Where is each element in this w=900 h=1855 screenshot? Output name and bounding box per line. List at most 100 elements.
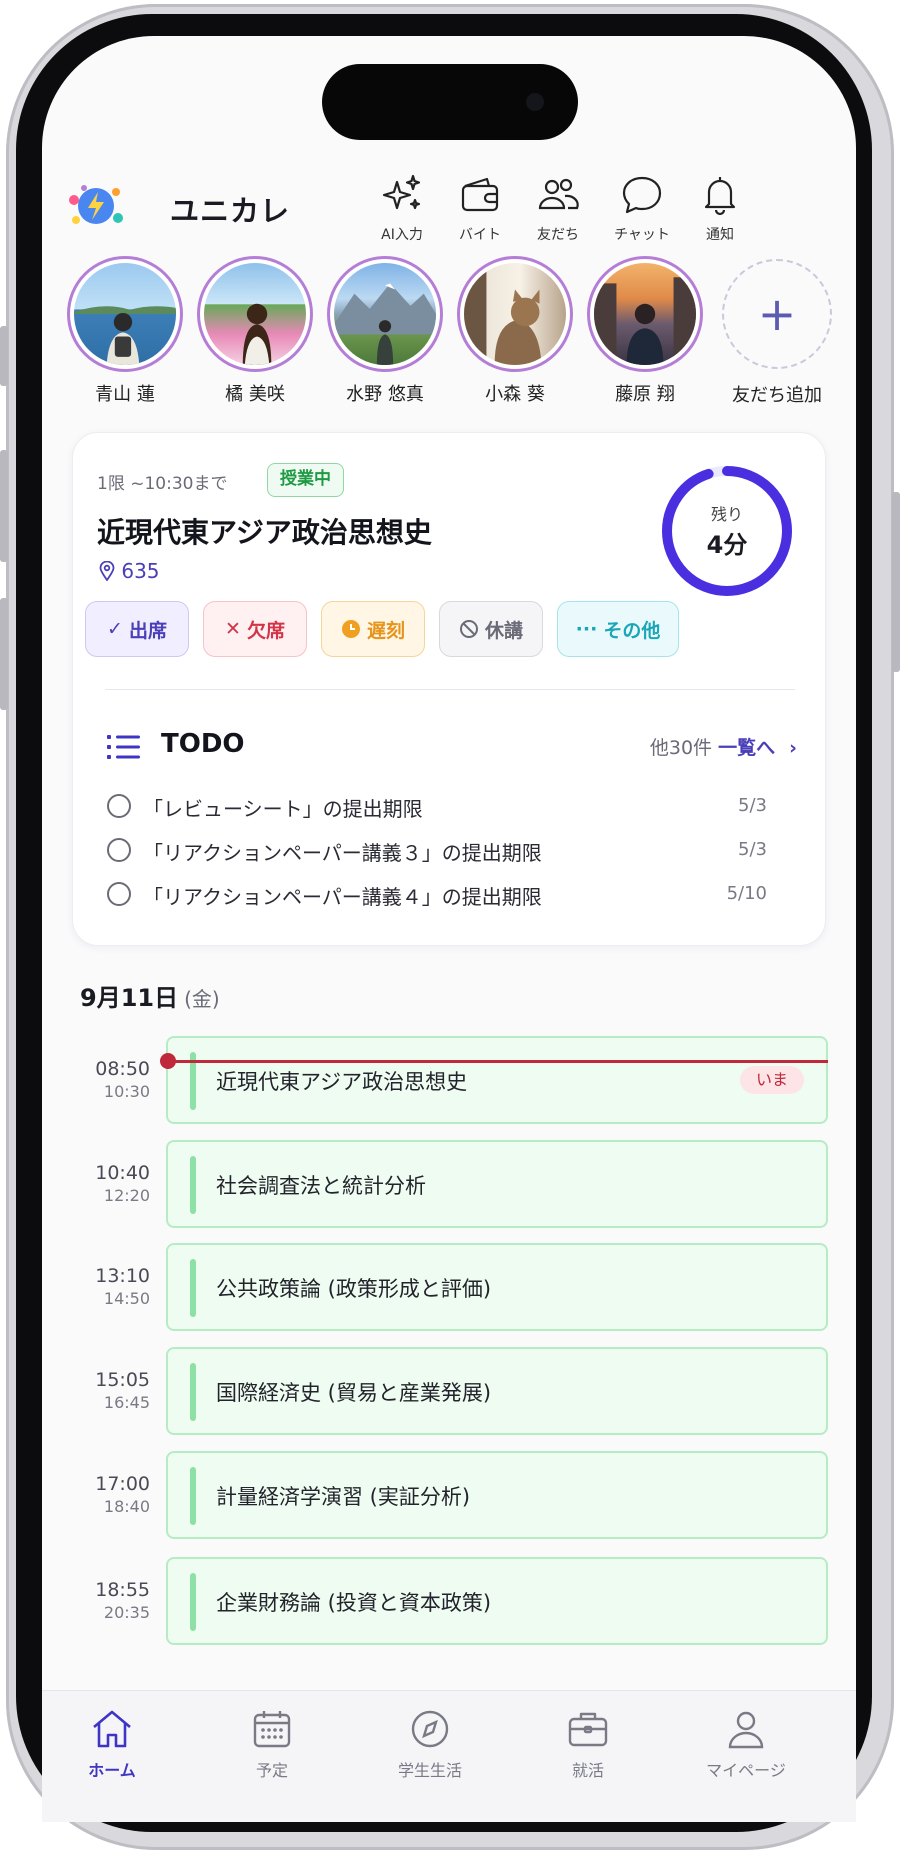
avatar (334, 263, 436, 365)
volume-up-button (0, 450, 8, 562)
class-block[interactable]: 企業財務論 (投資と資本政策) (166, 1557, 828, 1645)
class-block[interactable]: 社会調査法と統計分析 (166, 1140, 828, 1228)
tab-home[interactable]: ホーム (52, 1705, 172, 1781)
todo-text: 「レビューシート」の提出期限 (143, 797, 423, 821)
todo-list-link[interactable]: 一覧へ (718, 737, 775, 759)
class-color-bar (190, 1573, 196, 1631)
end-time: 20:35 (103, 1603, 150, 1622)
class-block[interactable]: 公共政策論 (政策形成と評価) (166, 1243, 828, 1331)
story-name: 小森 葵 (485, 384, 545, 405)
friends-button[interactable]: 友だち (518, 164, 598, 256)
schedule-slot[interactable]: 10:40 12:20 社会調査法と統計分析 (82, 1140, 830, 1228)
class-name: 近現代東アジア政治思想史 (97, 516, 432, 549)
todo-checkbox[interactable] (107, 882, 131, 906)
schedule-slot[interactable]: 17:00 18:40 計量経済学演習 (実証分析) (82, 1451, 830, 1539)
todo-more-count: 他30件 (649, 737, 713, 759)
todo-item[interactable]: 「リアクションペーパー講義３」の提出期限 5/3 (107, 833, 767, 867)
late-label: 遅刻 (366, 619, 405, 642)
tab-label: 就活 (571, 1761, 604, 1780)
todo-text: 「リアクションペーパー講義３」の提出期限 (143, 841, 542, 865)
current-time-line (168, 1060, 828, 1063)
class-title: 企業財務論 (投資と資本政策) (216, 1591, 492, 1615)
chat-icon (622, 176, 662, 214)
bottom-tab-bar: ホーム 予定 学生生活 就活 マイページ (42, 1690, 856, 1822)
current-class-card[interactable]: 1限 ~10:30まで 授業中 近現代東アジア政治思想史 635 残り 4分 ✓… (72, 432, 826, 946)
absent-button[interactable]: ✕ 欠席 (203, 601, 307, 657)
remaining-label: 残り (710, 505, 743, 524)
wallet-icon (461, 177, 499, 212)
remaining-timer: 残り 4分 (659, 463, 795, 599)
add-friend-button[interactable]: + 友だち追加 (718, 256, 836, 407)
class-color-bar (190, 1259, 196, 1317)
tab-label: 予定 (255, 1761, 288, 1780)
class-title: 近現代東アジア政治思想史 (216, 1070, 468, 1094)
todo-title: TODO (161, 729, 245, 759)
end-time: 16:45 (103, 1393, 150, 1412)
todo-checkbox[interactable] (107, 838, 131, 862)
todo-item[interactable]: 「レビューシート」の提出期限 5/3 (107, 789, 767, 823)
camera (526, 93, 544, 111)
cancelled-button[interactable]: 休講 (439, 601, 543, 657)
story-ring (197, 256, 313, 372)
schedule-slot[interactable]: 13:10 14:50 公共政策論 (政策形成と評価) (82, 1243, 830, 1331)
ai-input-button[interactable]: AI入力 (362, 164, 442, 256)
user-icon (728, 1711, 764, 1749)
class-color-bar (190, 1363, 196, 1421)
story-item[interactable]: 橘 美咲 (196, 256, 314, 406)
dynamic-island (322, 64, 578, 140)
story-item[interactable]: 青山 蓮 (66, 256, 184, 406)
part-time-button[interactable]: バイト (440, 164, 520, 256)
briefcase-icon (568, 1712, 608, 1747)
chat-button[interactable]: チャット (602, 164, 682, 256)
location-pin-icon (99, 560, 115, 582)
avatar (464, 263, 566, 365)
start-time: 10:40 (95, 1162, 150, 1184)
class-block[interactable]: 近現代東アジア政治思想史 (166, 1036, 828, 1124)
story-name: 青山 蓮 (95, 384, 155, 405)
bell-icon (704, 177, 736, 216)
room-number: 635 (121, 559, 160, 583)
friends-stories: 青山 蓮 橘 美咲 水野 悠真 小森 葵 藤原 翔 + 友だち追加 (66, 256, 856, 406)
schedule-slot[interactable]: 18:55 20:35 企業財務論 (投資と資本政策) (82, 1557, 830, 1645)
schedule-slot[interactable]: 15:05 16:45 国際経済史 (貿易と産業発展) (82, 1347, 830, 1435)
story-ring (327, 256, 443, 372)
tab-my-page[interactable]: マイページ (686, 1705, 806, 1781)
start-time: 17:00 (95, 1473, 150, 1495)
schedule-slot[interactable]: 08:50 10:30 近現代東アジア政治思想史 (82, 1036, 830, 1124)
class-period: 1限 ~10:30まで (97, 474, 228, 494)
mute-switch (0, 326, 8, 386)
compass-icon (411, 1710, 449, 1748)
chat-label: チャット (614, 227, 670, 243)
schedule-date: 9月11日 (金) (80, 978, 220, 1013)
start-time: 18:55 (95, 1579, 150, 1601)
other-button[interactable]: ··· その他 (557, 601, 679, 657)
start-time: 08:50 (95, 1058, 150, 1080)
class-block[interactable]: 国際経済史 (貿易と産業発展) (166, 1347, 828, 1435)
class-room: 635 (99, 559, 160, 583)
tab-schedule[interactable]: 予定 (212, 1705, 332, 1781)
todo-due: 5/3 (738, 839, 767, 860)
tab-label: 学生生活 (397, 1761, 462, 1780)
friends-icon (538, 178, 579, 210)
class-title: 公共政策論 (政策形成と評価) (216, 1277, 492, 1301)
end-time: 12:20 (103, 1186, 150, 1205)
tab-job-hunting[interactable]: 就活 (528, 1705, 648, 1781)
plus-icon: + (722, 259, 832, 369)
story-item[interactable]: 小森 葵 (456, 256, 574, 406)
end-time: 14:50 (103, 1289, 150, 1308)
story-item[interactable]: 水野 悠真 (326, 256, 444, 406)
late-button[interactable]: 遅刻 (321, 601, 425, 657)
class-block[interactable]: 計量経済学演習 (実証分析) (166, 1451, 828, 1539)
todo-checkbox[interactable] (107, 794, 131, 818)
notifications-button[interactable]: 通知 (680, 164, 760, 256)
tab-student-life[interactable]: 学生生活 (370, 1705, 490, 1781)
present-button[interactable]: ✓ 出席 (85, 601, 189, 657)
story-item[interactable]: 藤原 翔 (586, 256, 704, 406)
avatar (204, 263, 306, 365)
story-ring (587, 256, 703, 372)
todo-more[interactable]: 他30件 一覧へ › (650, 733, 797, 760)
todo-item[interactable]: 「リアクションペーパー講義４」の提出期限 5/10 (107, 877, 767, 911)
story-ring (67, 256, 183, 372)
absent-label: 欠席 (246, 619, 285, 642)
more-dots-icon: ··· (575, 618, 598, 640)
